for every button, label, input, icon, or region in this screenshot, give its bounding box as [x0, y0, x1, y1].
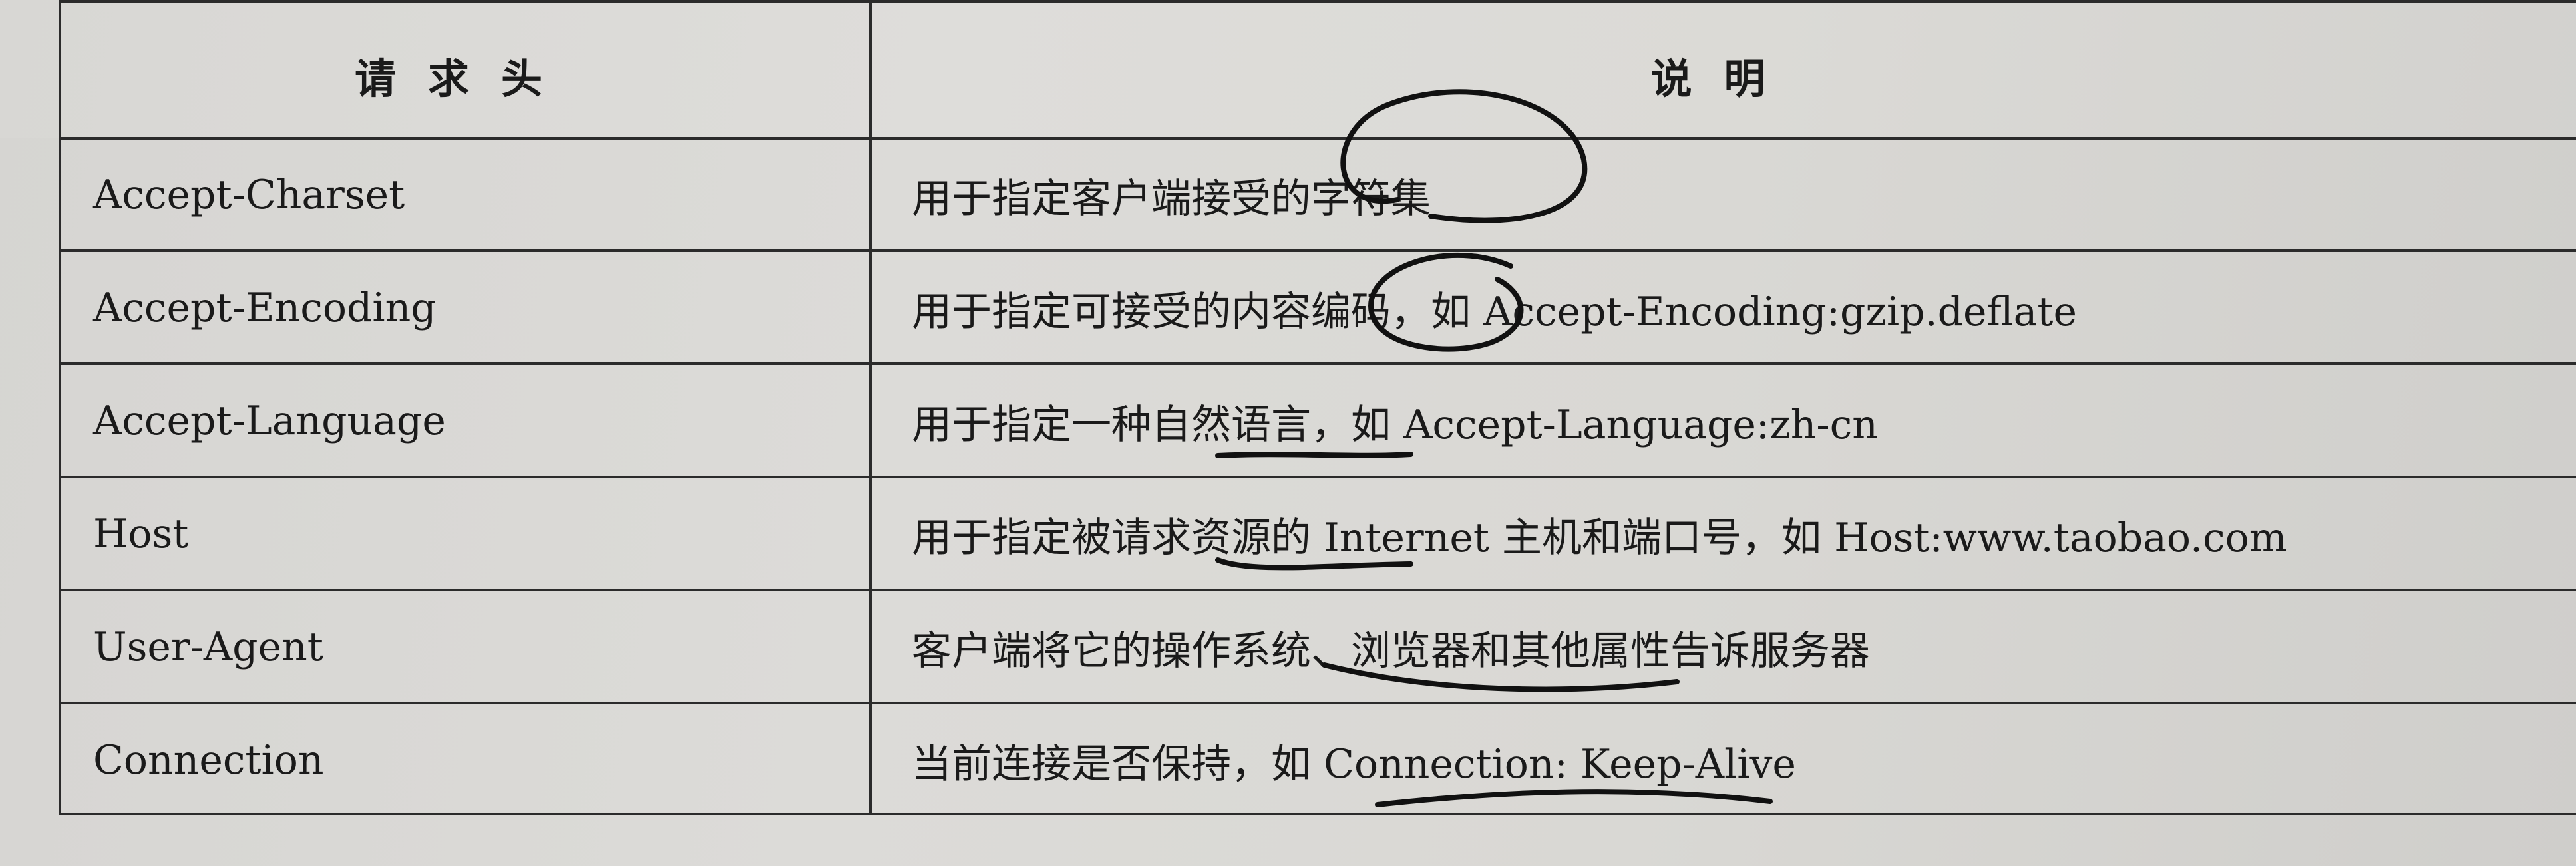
table-row-desc: 用于指定被请求资源的 Internet 主机和端口号，如 Host:www.ta… [912, 514, 2287, 561]
header-description: 说明 [1650, 55, 1797, 103]
table-row-desc: 用于指定可接受的内容编码，如 Accept-Encoding:gzip.defl… [912, 288, 2077, 335]
table-row-name: Accept-Encoding [93, 285, 437, 331]
table-row-desc: 用于指定客户端接受的字符集 [912, 175, 1431, 222]
table-row-name: Host [93, 511, 189, 557]
header-request-header: 请求头 [354, 55, 574, 103]
table-row-name: Accept-Charset [93, 172, 405, 218]
table-row-name: Accept-Language [93, 398, 446, 444]
table-row-name: User-Agent [93, 624, 323, 670]
table-row-desc: 当前连接是否保持，如 Connection: Keep-Alive [912, 740, 1796, 788]
book-page-photo: 请求头 说明 Accept-Charset 用于指定客户端接受的字符集 Acce… [0, 0, 2576, 866]
table-row-desc: 用于指定一种自然语言，如 Accept-Language:zh-cn [912, 401, 1878, 448]
table-row-desc: 客户端将它的操作系统、浏览器和其他属性告诉服务器 [912, 627, 1870, 674]
table-top-rule [60, 0, 2576, 3]
table-row-name: Connection [93, 737, 324, 784]
